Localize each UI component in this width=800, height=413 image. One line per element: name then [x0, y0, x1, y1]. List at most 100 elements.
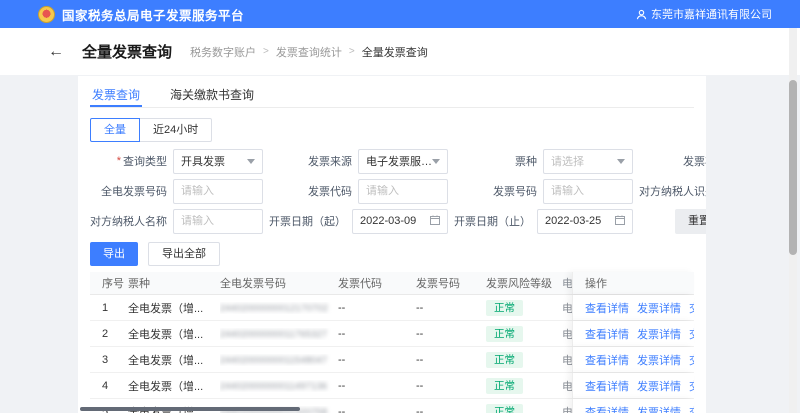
cell-type: 全电发票（增...: [128, 352, 220, 368]
tab-bar: 发票查询 海关缴款书查询: [90, 84, 694, 108]
select-value: 开具发票: [181, 153, 225, 169]
required-marker: *: [117, 155, 121, 167]
view-detail-link[interactable]: 查看详情: [585, 378, 629, 394]
invoice-detail-link[interactable]: 发票详情: [637, 352, 681, 368]
cell-number-redacted: 24402000000011497136: [220, 381, 327, 391]
date-start-picker[interactable]: 2022-03-09: [352, 209, 448, 234]
invoice-detail-link[interactable]: 发票详情: [637, 378, 681, 394]
view-detail-link[interactable]: 查看详情: [585, 326, 629, 342]
risk-badge: 正常: [486, 404, 523, 413]
calendar-icon: [430, 215, 440, 228]
invoice-detail-link[interactable]: 发票详情: [637, 404, 681, 413]
export-button[interactable]: 导出: [90, 242, 138, 266]
field-counterparty-name: 对方纳税人名称: [90, 208, 263, 234]
cell-type: 全电发票（增...: [128, 378, 220, 394]
platform-title: 国家税务总局电子发票服务平台: [62, 5, 244, 24]
cell-type: 全电发票（增...: [128, 326, 220, 342]
scope-toggle: 全量 近24小时: [90, 118, 694, 142]
page-title: 全量发票查询: [82, 41, 172, 62]
date-end-picker[interactable]: 2022-03-25: [537, 209, 633, 234]
cell-number-redacted: 24402000000011548047: [220, 355, 327, 365]
table-header-row: 序号 票种 全电发票号码 发票代码 发票号码 发票风险等级 电 操作: [90, 272, 694, 295]
field-query-type: * 查询类型 开具发票: [90, 148, 263, 174]
cell-number-redacted: 24402000000011765327: [220, 329, 327, 339]
table-row: 3 全电发票（增... 24402000000011548047 -- -- 正…: [90, 347, 694, 373]
reset-button[interactable]: 重置: [675, 209, 706, 234]
clipped-column: 电: [562, 352, 572, 368]
horizontal-scrollbar-thumb[interactable]: [80, 407, 300, 411]
cell-code: --: [338, 354, 416, 366]
deliver-link[interactable]: 交付: [689, 300, 694, 316]
vertical-scrollbar-thumb[interactable]: [789, 80, 797, 255]
risk-badge: 正常: [486, 326, 523, 342]
field-ticket-type: 票种 请选择: [454, 148, 633, 174]
account-menu[interactable]: 东莞市嘉祥通讯有限公司: [636, 6, 786, 22]
field-label: 票种: [515, 153, 537, 169]
cell-index: 4: [90, 380, 128, 392]
cell-code: --: [338, 302, 416, 314]
cell-no: --: [416, 406, 486, 413]
counterparty-name-input[interactable]: [181, 215, 255, 227]
col-header-type: 票种: [128, 275, 220, 291]
field-date-start: 开票日期（起） 2022-03-09: [269, 208, 448, 234]
col-header-number: 全电发票号码: [220, 275, 338, 291]
col-header-code: 发票代码: [338, 275, 416, 291]
field-label: 发票代码: [308, 183, 352, 199]
ticket-type-select[interactable]: 请选择: [543, 149, 633, 174]
export-all-button[interactable]: 导出全部: [148, 242, 220, 266]
invoice-source-select[interactable]: 电子发票服务...: [358, 149, 448, 174]
user-icon: [636, 9, 647, 20]
cell-type: 全电发票（增...: [128, 300, 220, 316]
table-row: 2 全电发票（增... 24402000000011765327 -- -- 正…: [90, 321, 694, 347]
breadcrumb-separator: >: [349, 46, 355, 57]
scope-all-button[interactable]: 全量: [90, 118, 140, 142]
invoice-detail-link[interactable]: 发票详情: [637, 326, 681, 342]
field-invoice-status: 发票状态 正常: [639, 148, 706, 174]
field-invoice-code: 发票代码: [269, 178, 448, 204]
view-detail-link[interactable]: 查看详情: [585, 352, 629, 368]
query-type-select[interactable]: 开具发票: [173, 149, 263, 174]
chevron-down-icon: [432, 159, 440, 164]
col-header-no: 发票号码: [416, 275, 486, 291]
deliver-link[interactable]: 交付: [689, 404, 694, 413]
filter-form: * 查询类型 开具发票 发票来源 电子发票服务... 票种 请选择 发票状态: [90, 148, 694, 234]
table-row: 1 全电发票（增... 24402000000012170702 -- -- 正…: [90, 295, 694, 321]
view-detail-link[interactable]: 查看详情: [585, 404, 629, 413]
invoice-code-input[interactable]: [366, 185, 440, 197]
invoice-no-input[interactable]: [551, 185, 625, 197]
cell-code: --: [338, 406, 416, 413]
breadcrumb-current: 全量发票查询: [362, 44, 428, 60]
breadcrumb-item[interactable]: 发票查询统计: [276, 44, 342, 60]
company-name: 东莞市嘉祥通讯有限公司: [651, 6, 772, 22]
back-arrow-icon[interactable]: ←: [48, 43, 64, 61]
cell-index: 1: [90, 302, 128, 314]
deliver-link[interactable]: 交付: [689, 326, 694, 342]
scope-24h-button[interactable]: 近24小时: [139, 118, 212, 142]
field-label: 开票日期（起）: [269, 213, 346, 229]
select-placeholder: 请选择: [551, 153, 584, 169]
date-value: 2022-03-09: [360, 215, 416, 227]
view-detail-link[interactable]: 查看详情: [585, 300, 629, 316]
cell-no: --: [416, 302, 486, 314]
field-digital-invoice-number: 全电发票号码: [90, 178, 263, 204]
tab-invoice-query[interactable]: 发票查询: [90, 84, 142, 107]
risk-badge: 正常: [486, 352, 523, 368]
digital-invoice-number-input[interactable]: [181, 185, 255, 197]
chevron-down-icon: [617, 159, 625, 164]
breadcrumb-separator: >: [263, 46, 269, 57]
risk-badge: 正常: [486, 378, 523, 394]
field-invoice-no: 发票号码: [454, 178, 633, 204]
risk-badge: 正常: [486, 300, 523, 316]
tab-customs-payment-query[interactable]: 海关缴款书查询: [168, 84, 256, 107]
cell-index: 2: [90, 328, 128, 340]
cell-no: --: [416, 354, 486, 366]
invoice-detail-link[interactable]: 发票详情: [637, 300, 681, 316]
deliver-link[interactable]: 交付: [689, 352, 694, 368]
export-toolbar: 导出 导出全部: [90, 242, 694, 266]
breadcrumb-item[interactable]: 税务数字账户: [190, 44, 256, 60]
date-value: 2022-03-25: [545, 215, 601, 227]
top-bar: 国家税务总局电子发票服务平台 东莞市嘉祥通讯有限公司: [0, 0, 800, 28]
cell-index: 3: [90, 354, 128, 366]
deliver-link[interactable]: 交付: [689, 378, 694, 394]
field-label: 对方纳税人识别号: [639, 183, 706, 199]
